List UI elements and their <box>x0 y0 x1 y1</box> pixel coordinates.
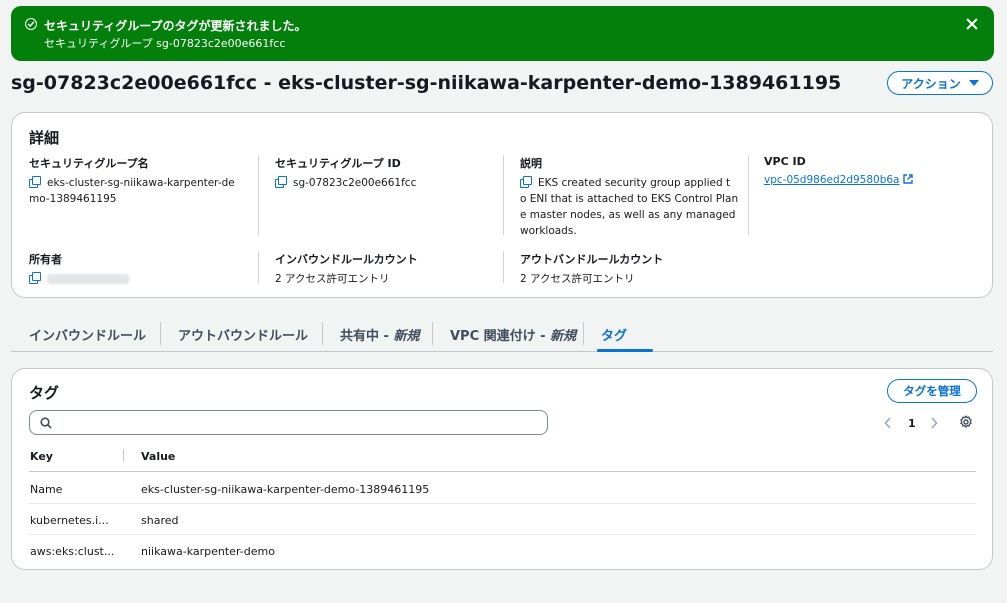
external-link-icon[interactable] <box>903 173 914 184</box>
flash-title: セキュリティグループのタグが更新されました。 <box>44 19 307 33</box>
close-icon[interactable] <box>964 16 980 32</box>
column-divider <box>748 155 749 235</box>
column-header-value[interactable]: Value <box>141 450 175 463</box>
redacted-owner-id <box>47 274 129 284</box>
tag-value: niikawa-karpenter-demo <box>141 545 275 558</box>
description-line1: EKS created security group applied t <box>538 177 731 189</box>
tag-search-box[interactable] <box>29 410 548 435</box>
inbound-count-field: インバウンドルールカウント 2 アクセス許可エントリ <box>275 251 495 287</box>
column-resizer[interactable] <box>123 449 124 462</box>
search-icon <box>40 417 52 432</box>
sg-name-field: セキュリティグループ名 eks-cluster-sg-niikawa-karpe… <box>29 155 244 207</box>
tags-heading: タグ <box>29 384 60 402</box>
outbound-count-label: アウトバンドルールカウント <box>520 253 664 266</box>
tab-divider <box>432 322 433 345</box>
outbound-count-value: 2 アクセス許可エントリ <box>520 273 635 285</box>
owner-field: 所有者 <box>29 251 244 287</box>
sg-id-label: セキュリティグループ ID <box>275 157 401 170</box>
description-field: 説明 EKS created security group applied t … <box>520 155 745 239</box>
tab-sharing-new-tag: 新規 <box>393 329 420 344</box>
tab-inbound-rules[interactable]: インバウンドルール <box>29 325 146 344</box>
actions-button[interactable]: アクション <box>887 71 993 95</box>
tab-vpc-new-tag: 新規 <box>550 329 577 344</box>
details-heading: 詳細 <box>29 129 60 147</box>
description-label: 説明 <box>520 157 542 170</box>
tab-divider <box>583 322 584 345</box>
tab-outbound-rules[interactable]: アウトバウンドルール <box>178 325 308 344</box>
caret-down-icon <box>968 80 979 86</box>
sg-name-label: セキュリティグループ名 <box>29 157 149 170</box>
manage-tags-button[interactable]: タグを管理 <box>887 379 977 403</box>
flash-subtitle: セキュリティグループ sg-07823c2e00e661fcc <box>44 37 286 50</box>
tags-panel: タグ タグを管理 1 Key Value Name eks-cluster-sg… <box>11 368 993 570</box>
tab-tags[interactable]: タグ <box>601 325 627 344</box>
vpc-id-field: VPC ID vpc-05d986ed2d9580b6a <box>764 155 979 188</box>
gear-icon[interactable] <box>959 415 973 429</box>
column-header-key[interactable]: Key <box>30 450 53 463</box>
tag-value: shared <box>141 514 179 527</box>
tab-divider <box>160 322 161 345</box>
tab-sharing-label: 共有中 - <box>340 329 394 344</box>
description-line2: o ENI that is attached to EKS Control Pl… <box>520 193 739 205</box>
check-circle-icon <box>25 18 37 30</box>
vpc-id-label: VPC ID <box>764 155 806 168</box>
success-flash-banner: セキュリティグループのタグが更新されました。 セキュリティグループ sg-078… <box>11 6 994 61</box>
column-divider <box>258 155 259 235</box>
chevron-left-icon[interactable] <box>884 416 894 430</box>
table-row: Name eks-cluster-sg-niikawa-karpenter-de… <box>29 473 976 504</box>
sg-id-field: セキュリティグループ ID sg-07823c2e00e661fcc <box>275 155 495 191</box>
sg-name-value-line2: mo-1389461195 <box>29 193 117 205</box>
copy-icon[interactable] <box>275 176 287 188</box>
description-line4: workloads. <box>520 225 577 237</box>
tab-divider <box>322 322 323 345</box>
column-divider <box>258 251 259 283</box>
sg-id-value: sg-07823c2e00e661fcc <box>293 177 417 189</box>
current-page[interactable]: 1 <box>908 417 916 430</box>
tab-vpc-associations[interactable]: VPC 関連付け - 新規 <box>450 325 576 344</box>
tab-sharing[interactable]: 共有中 - 新規 <box>340 325 419 344</box>
pagination: 1 <box>884 414 940 432</box>
tab-bar: インバウンドルール アウトバウンドルール 共有中 - 新規 VPC 関連付け -… <box>11 318 993 352</box>
copy-icon[interactable] <box>520 176 532 188</box>
tag-search-input[interactable] <box>60 414 540 431</box>
active-tab-indicator <box>597 349 653 352</box>
actions-button-label: アクション <box>901 76 961 91</box>
details-panel: 詳細 セキュリティグループ名 eks-cluster-sg-niikawa-ka… <box>11 112 993 298</box>
chevron-right-icon[interactable] <box>930 416 940 430</box>
inbound-count-label: インバウンドルールカウント <box>275 253 418 266</box>
page-title: sg-07823c2e00e661fcc - eks-cluster-sg-ni… <box>11 72 842 94</box>
tab-vpc-label: VPC 関連付け - <box>450 329 551 344</box>
tag-key: kubernetes.i... <box>30 514 109 527</box>
description-line3: e master nodes, as well as any managed <box>520 209 736 221</box>
column-divider <box>503 155 504 235</box>
column-divider <box>503 251 504 283</box>
tag-key: Name <box>30 483 63 496</box>
table-header: Key Value <box>29 448 976 472</box>
table-row: kubernetes.i... shared <box>29 504 976 535</box>
tag-key: aws:eks:clust... <box>30 545 115 558</box>
table-row: aws:eks:clust... niikawa-karpenter-demo <box>29 535 976 566</box>
vpc-id-link[interactable]: vpc-05d986ed2d9580b6a <box>764 174 899 186</box>
copy-icon[interactable] <box>29 176 41 188</box>
inbound-count-value: 2 アクセス許可エントリ <box>275 273 390 285</box>
copy-icon[interactable] <box>29 272 41 284</box>
outbound-count-field: アウトバンドルールカウント 2 アクセス許可エントリ <box>520 251 745 287</box>
sg-name-value-line1: eks-cluster-sg-niikawa-karpenter-de <box>47 177 235 189</box>
tag-value: eks-cluster-sg-niikawa-karpenter-demo-13… <box>141 483 430 496</box>
owner-label: 所有者 <box>29 253 62 266</box>
